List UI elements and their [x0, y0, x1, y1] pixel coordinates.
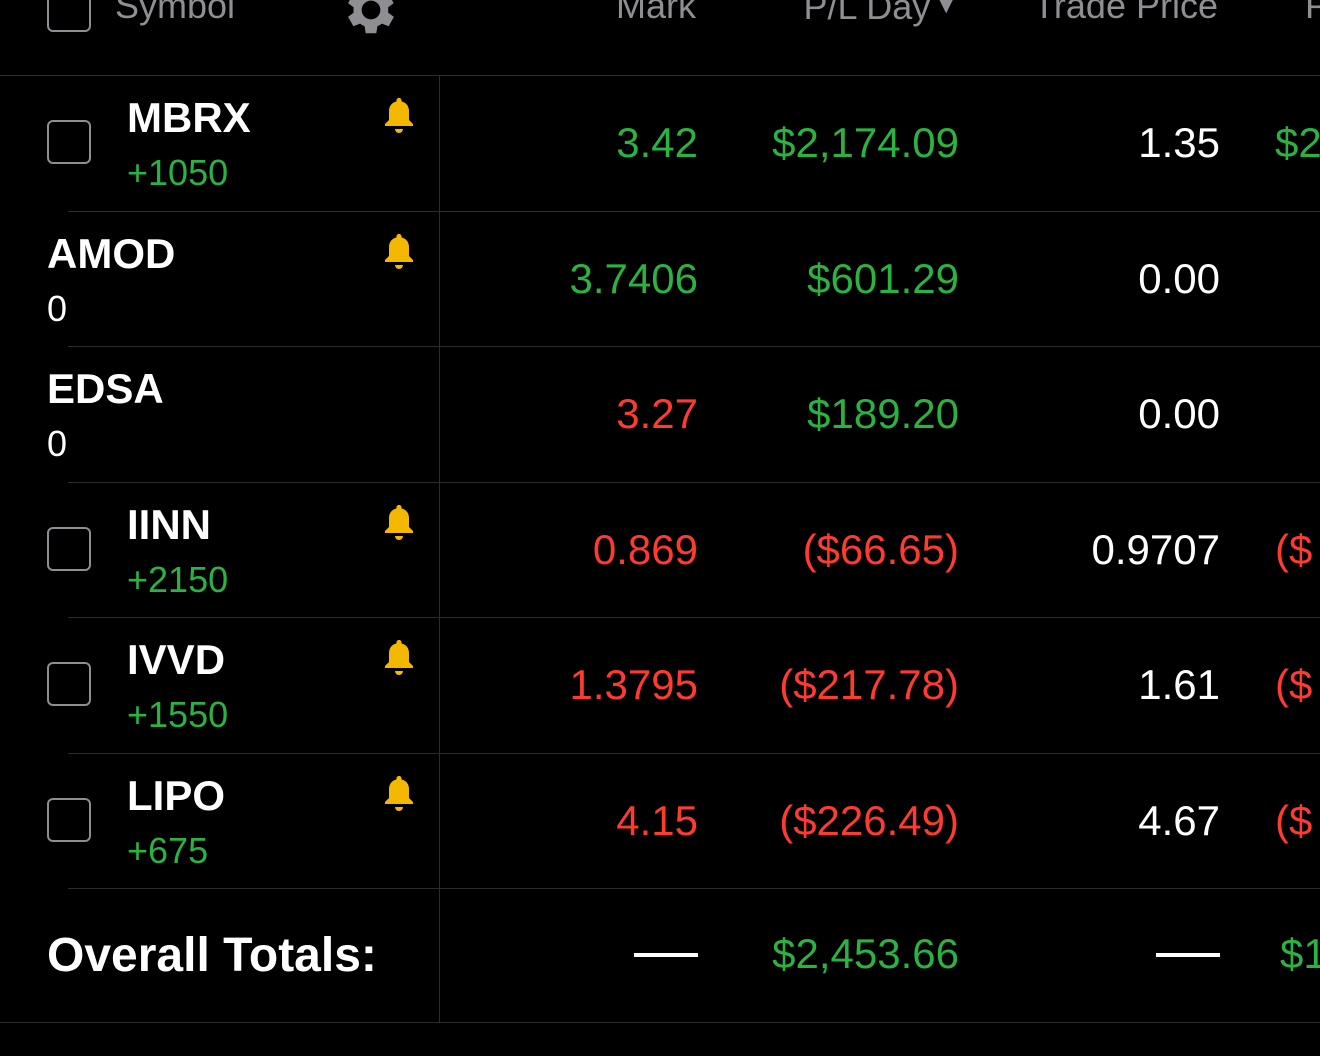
- row-quantity: 0: [47, 423, 68, 464]
- row-symbol: MBRX: [127, 94, 251, 141]
- position-row[interactable]: IVVD +1550 1.3795 ($217.78) 1.61 ($: [0, 618, 1320, 754]
- row-next-value: ($: [1275, 796, 1313, 844]
- row-quantity: +2150: [127, 558, 229, 600]
- row-symbol: LIPO: [127, 771, 226, 819]
- row-quantity: 0: [47, 287, 68, 329]
- totals-divider: [0, 1022, 1320, 1023]
- position-row[interactable]: MBRX +1050 3.42 $2,174.09 1.35 $2: [0, 76, 1320, 212]
- row-mark: 4.15: [616, 796, 698, 844]
- row-mark: 1.3795: [569, 661, 698, 708]
- row-trade-price: 0.00: [1138, 390, 1220, 437]
- row-trade-price: 4.67: [1138, 796, 1220, 844]
- row-pl-day: ($66.65): [802, 525, 959, 573]
- row-quantity: +1550: [127, 694, 229, 735]
- position-row[interactable]: IINN +2150 0.869 ($66.65) 0.9707 ($: [0, 483, 1320, 618]
- row-symbol: IVVD: [127, 636, 226, 683]
- row-pl-day: $189.20: [807, 390, 959, 437]
- position-row[interactable]: EDSA 0 3.27 $189.20 0.00: [0, 347, 1320, 483]
- row-next-value: ($: [1275, 661, 1313, 708]
- row-next-value: $2: [1275, 119, 1320, 166]
- row-pl-day: $601.29: [807, 254, 959, 302]
- gear-icon[interactable]: [338, 0, 404, 42]
- totals-mark-dash: [634, 953, 698, 957]
- totals-trade-price-dash: [1156, 953, 1220, 957]
- alert-bell-icon[interactable]: [383, 638, 415, 678]
- row-trade-price: 0.9707: [1091, 525, 1220, 573]
- row-symbol: EDSA: [47, 365, 164, 412]
- alert-bell-icon[interactable]: [383, 774, 415, 814]
- row-quantity: +1050: [127, 152, 229, 193]
- alert-bell-icon[interactable]: [383, 232, 415, 272]
- row-mark: 3.7406: [569, 254, 698, 302]
- alert-bell-icon[interactable]: [383, 503, 415, 543]
- column-header-symbol[interactable]: Symbol: [115, 0, 235, 26]
- totals-next-value: $1: [1280, 930, 1320, 977]
- row-select-checkbox[interactable]: [47, 120, 91, 164]
- row-mark: 0.869: [592, 525, 698, 573]
- row-symbol: IINN: [127, 500, 211, 548]
- position-row[interactable]: LIPO +675 4.15 ($226.49) 4.67 ($: [0, 754, 1320, 889]
- row-mark: 3.27: [616, 390, 698, 437]
- column-header-mark[interactable]: Mark: [616, 0, 696, 26]
- column-header-next[interactable]: P: [1305, 0, 1320, 26]
- row-mark: 3.42: [616, 119, 698, 166]
- select-all-checkbox[interactable]: [47, 0, 91, 32]
- pl-day-label: P/L Day: [803, 0, 931, 27]
- row-select-checkbox[interactable]: [47, 797, 91, 842]
- row-quantity: +675: [127, 829, 209, 871]
- alert-bell-icon[interactable]: [383, 96, 415, 136]
- row-pl-day: $2,174.09: [772, 119, 959, 166]
- row-pl-day: ($226.49): [779, 796, 959, 844]
- row-select-checkbox[interactable]: [47, 526, 91, 571]
- row-pl-day: ($217.78): [779, 661, 959, 708]
- row-trade-price: 1.61: [1138, 661, 1220, 708]
- row-next-value: ($: [1275, 525, 1313, 573]
- row-trade-price: 1.35: [1138, 119, 1220, 166]
- sort-descending-icon: ▼: [934, 0, 958, 19]
- column-header-pl-day[interactable]: P/L Day ▼: [804, 0, 959, 27]
- row-symbol: AMOD: [47, 229, 176, 277]
- column-header-trade-price[interactable]: Trade Price: [1033, 0, 1218, 26]
- row-trade-price: 0.00: [1138, 254, 1220, 302]
- totals-pl-day: $2,453.66: [772, 930, 959, 977]
- row-select-checkbox[interactable]: [47, 662, 91, 706]
- overall-totals-label: Overall Totals:: [47, 929, 377, 982]
- position-row[interactable]: AMOD 0 3.7406 $601.29 0.00: [0, 212, 1320, 347]
- row-divider: [68, 888, 1320, 889]
